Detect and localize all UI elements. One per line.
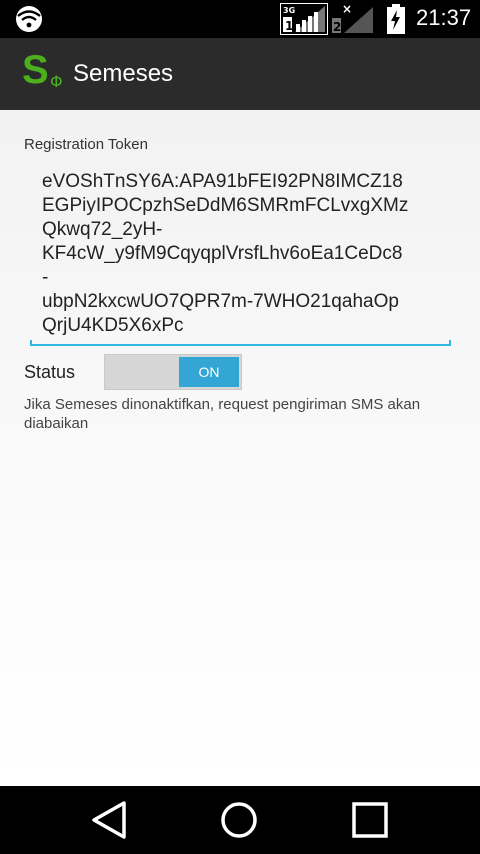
status-label: Status: [24, 362, 76, 382]
app-logo: S Φ: [22, 48, 66, 94]
navigation-bar: [0, 786, 480, 854]
token-value[interactable]: eVOShTnSY6A:APA91bFEI92PN8IMCZ18 EGPiyIPO…: [42, 170, 442, 338]
status-hint: Jika Semeses dinonaktifkan, request peng…: [24, 396, 421, 432]
logo-letter: S: [22, 48, 49, 92]
token-label: Registration Token: [24, 136, 148, 153]
logo-symbol: Φ: [50, 72, 63, 91]
back-icon[interactable]: [84, 798, 134, 842]
status-toggle[interactable]: ON: [104, 354, 242, 390]
toggle-thumb[interactable]: ON: [179, 357, 239, 387]
main-content: Registration Token eVOShTnSY6A:APA91bFEI…: [0, 110, 480, 786]
home-icon[interactable]: [214, 798, 264, 842]
sim1-label: 1: [285, 19, 293, 33]
recent-apps-icon[interactable]: [345, 798, 395, 842]
app-title: Semeses: [73, 60, 174, 87]
action-bar: S Φ Semeses: [0, 38, 480, 110]
sim2-label: 2: [333, 20, 341, 34]
token-field[interactable]: eVOShTnSY6A:APA91bFEI92PN8IMCZ18 EGPiyIPO…: [30, 168, 451, 346]
svg-text:×: ×: [342, 3, 352, 16]
network-type-label: 3G: [283, 6, 295, 15]
signal-icon: 3G 1: [283, 6, 325, 33]
wifi-icon: [16, 6, 42, 32]
status-bar: 3G 1 × 2 21:37: [0, 0, 480, 38]
signal-icon: × 2: [332, 2, 373, 34]
sim1-signal: 3G 1: [280, 3, 328, 35]
battery-charging-icon: [387, 4, 405, 34]
sim2-signal: × 2: [330, 2, 374, 35]
clock: 21:37: [416, 5, 472, 30]
